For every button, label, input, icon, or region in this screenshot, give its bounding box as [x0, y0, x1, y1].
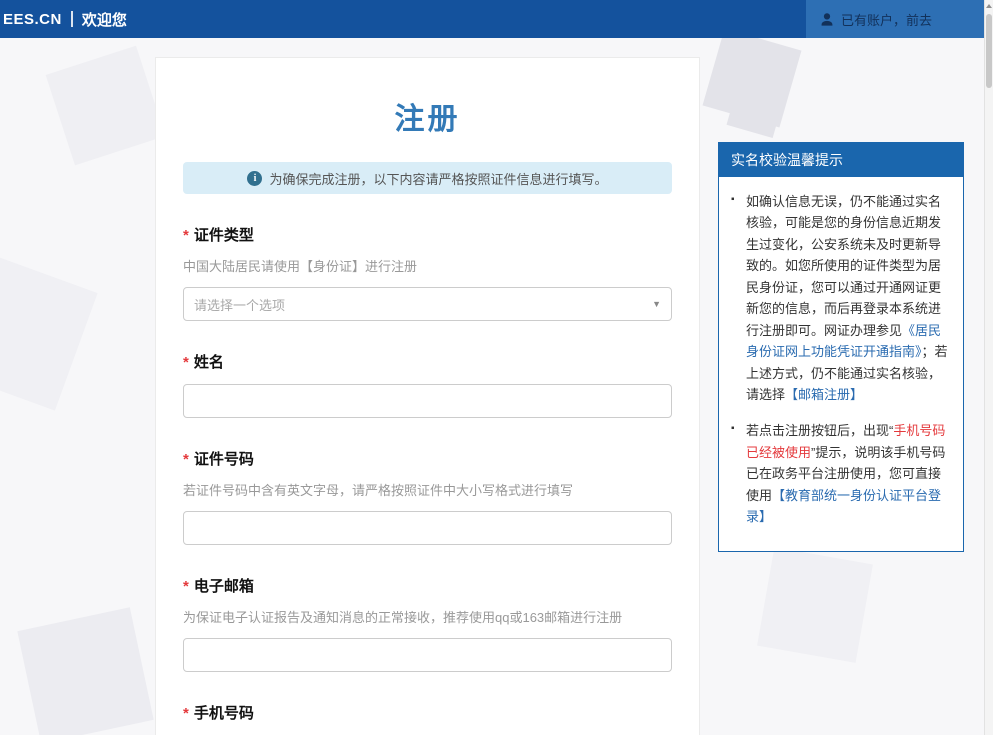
scrollbar-up-icon [986, 4, 992, 8]
graduation-cap-watermark [45, 45, 166, 166]
id-type-select-placeholder: 请选择一个选项 [194, 297, 286, 313]
existing-account-link[interactable]: 已有账户，前去 [806, 0, 984, 38]
field-group-phone: *手机号码 请填写您正常使用的手机号码，便于接收系统消息 +86（中国大陆） ▼… [183, 702, 672, 735]
id-type-label-text: 证件类型 [193, 227, 254, 244]
name-label: * 姓名 [183, 351, 672, 372]
info-alert: i 为确保完成注册，以下内容请严格按照证件信息进行填写。 [183, 162, 672, 194]
user-icon [820, 12, 834, 27]
registration-card: 注册 i 为确保完成注册，以下内容请严格按照证件信息进行填写。 * 证件类型 中国… [155, 57, 700, 735]
field-group-id-number: * 证件号码 若证件号码中含有英文字母，请严格按照证件中大小写格式进行填写 [183, 448, 672, 545]
required-asterisk: * [183, 705, 189, 722]
id-number-input[interactable] [183, 511, 672, 545]
info-alert-text: 为确保完成注册，以下内容请严格按照证件信息进行填写。 [269, 171, 608, 187]
required-asterisk: * [183, 578, 189, 595]
email-register-link[interactable]: 【邮箱注册】 [785, 387, 863, 402]
id-number-label: * 证件号码 [183, 448, 672, 469]
tip1-text-1: 如确认信息无误，仍不能通过实名核验，可能是您的身份信息近期发生过变化，公安系统未… [746, 194, 942, 338]
tip2-text-1: 若点击注册按钮后，出现“ [746, 423, 894, 439]
id-type-select[interactable]: 请选择一个选项 ▼ [183, 287, 672, 321]
graduation-cap-watermark [17, 607, 154, 735]
graduation-cap-watermark [757, 547, 873, 663]
tips-panel-title: 实名校验温馨提示 [719, 143, 963, 177]
graduation-cap-watermark [0, 250, 98, 411]
email-help-text: 为保证电子认证报告及通知消息的正常接收，推荐使用qq或163邮箱进行注册 [183, 610, 623, 625]
required-asterisk: * [183, 227, 189, 244]
brand-divider [70, 11, 73, 27]
page-scrollbar[interactable] [984, 0, 993, 735]
brand-welcome-text: 欢迎您 [81, 11, 127, 29]
field-group-id-type: * 证件类型 中国大陆居民请使用【身份证】进行注册 请选择一个选项 ▼ [183, 224, 672, 321]
tips-panel-body: ▪ 如确认信息无误，仍不能通过实名核验，可能是您的身份信息近期发生过变化，公安系统… [719, 177, 963, 551]
site-brand: EES.CN 欢迎您 [0, 9, 127, 30]
moe-sso-login-link[interactable]: 【教育部统一身份认证平台登录】 [746, 488, 941, 524]
page-title: 注册 [394, 103, 461, 136]
name-label-text: 姓名 [193, 354, 224, 371]
id-number-label-text: 证件号码 [193, 451, 254, 468]
tip-item-1: ▪ 如确认信息无误，仍不能通过实名核验，可能是您的身份信息近期发生过变化，公安系统… [731, 191, 951, 405]
email-label-text: 电子邮箱 [193, 578, 254, 595]
email-label: * 电子邮箱 [183, 575, 672, 596]
brand-name: EES.CN [3, 10, 62, 28]
id-type-help-text: 中国大陆居民请使用【身份证】进行注册 [183, 259, 418, 274]
id-number-help-text: 若证件号码中含有英文字母，请严格按照证件中大小写格式进行填写 [183, 483, 574, 498]
topbar: EES.CN 欢迎您 已有账户，前去 [0, 0, 984, 38]
required-asterisk: * [183, 451, 189, 468]
scrollbar-up-button[interactable] [985, 0, 993, 12]
field-group-email: * 电子邮箱 为保证电子认证报告及通知消息的正常接收，推荐使用qq或163邮箱进行… [183, 575, 672, 672]
tip-item-2: ▪ 若点击注册按钮后，出现“手机号码已经被使用”提示，说明该手机号码已在政务平台注… [731, 420, 951, 527]
name-input[interactable] [183, 384, 672, 418]
realname-tips-panel: 实名校验温馨提示 ▪ 如确认信息无误，仍不能通过实名核验，可能是您的身份信息近期发… [718, 142, 964, 552]
bullet-icon: ▪ [731, 194, 735, 205]
phone-label-text: 手机号码 [193, 705, 254, 722]
chevron-down-icon: ▼ [652, 298, 661, 309]
required-asterisk: * [183, 354, 189, 371]
bullet-icon: ▪ [731, 423, 735, 435]
id-type-label: * 证件类型 [183, 224, 672, 245]
info-icon: i [247, 170, 263, 186]
scrollbar-thumb[interactable] [986, 14, 992, 88]
phone-label: * 手机号码 [183, 702, 672, 723]
email-input[interactable] [183, 638, 672, 672]
field-group-name: * 姓名 [183, 351, 672, 418]
account-link-label: 已有账户，前去 [841, 12, 933, 28]
